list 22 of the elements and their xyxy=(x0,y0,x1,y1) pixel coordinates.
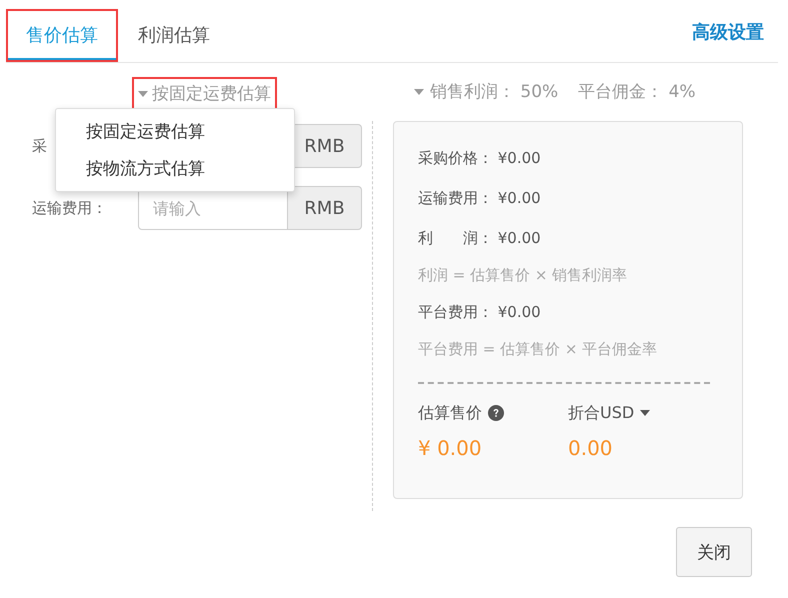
help-icon[interactable] xyxy=(488,405,504,421)
rate-text: 销售利润： 50% xyxy=(430,81,558,103)
price-label: 估算售价 xyxy=(418,402,482,424)
price-value: ¥ 0.00 xyxy=(418,436,483,460)
formula-note: 利润 = 估算售价 × 销售利润率 xyxy=(418,264,628,286)
field-label: 运输费用： xyxy=(31,198,108,218)
converted-value: 0.00 xyxy=(568,436,614,460)
summary-line: 利 润： ¥0.00 xyxy=(418,228,542,248)
summary-line: 运输费用： ¥0.00 xyxy=(418,188,542,208)
caret-icon xyxy=(640,410,650,416)
close-button[interactable]: 关闭 xyxy=(676,527,752,577)
caret-icon xyxy=(414,88,424,94)
currency-addon: RMB xyxy=(288,186,362,230)
tab[interactable]: 利润估算 xyxy=(118,9,230,62)
summary-line: 平台费用： ¥0.00 xyxy=(418,302,542,322)
field-label: 采 xyxy=(31,136,48,156)
summary-line: 采购价格： ¥0.00 xyxy=(418,148,542,168)
currency-dropdown[interactable]: 折合USD xyxy=(568,398,718,428)
formula-note: 平台费用 = 估算售价 × 平台佣金率 xyxy=(418,338,658,360)
caret-icon xyxy=(138,90,148,96)
advanced-settings-link[interactable]: 高级设置 xyxy=(692,20,764,44)
rate-text: 平台佣金： 4% xyxy=(578,81,696,103)
